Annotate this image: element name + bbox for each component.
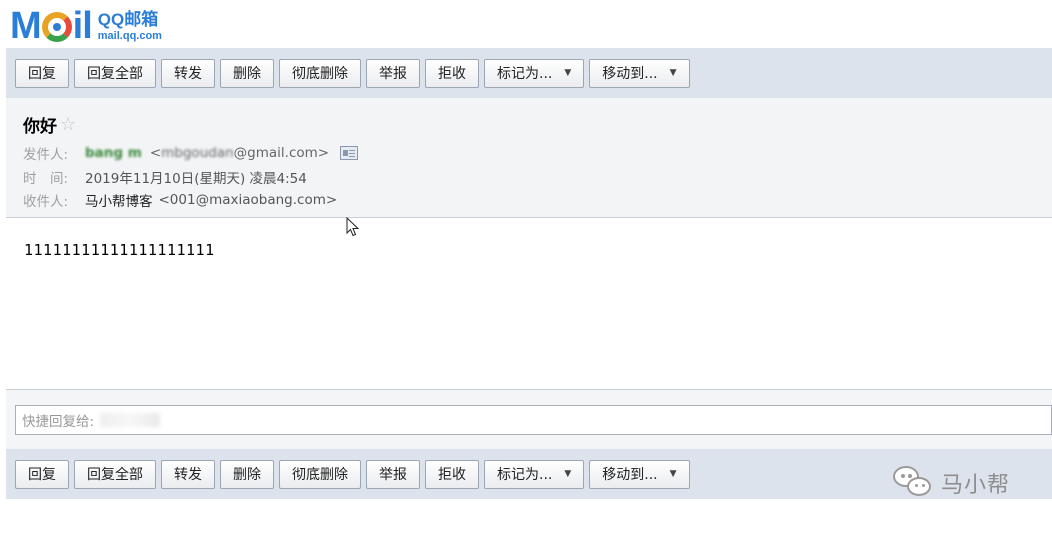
move-to-label: 移动到...: [602, 467, 658, 483]
top-toolbar: 回复 回复全部 转发 删除 彻底删除 举报 拒收 标记为... ▼ 移动到... ▼: [6, 48, 1052, 98]
wechat-watermark: 马小帮: [893, 466, 1010, 500]
contact-card-icon[interactable]: [340, 146, 359, 160]
reject-button[interactable]: 拒收: [425, 58, 479, 88]
move-to-label: 移动到...: [602, 66, 658, 82]
move-to-dropdown[interactable]: 移动到... ▼: [589, 459, 690, 489]
reply-button[interactable]: 回复: [15, 459, 69, 489]
caret-down-icon: ▼: [564, 469, 572, 479]
logo-product-name: QQ邮箱: [97, 9, 159, 29]
quick-reply-input[interactable]: 快捷回复给:: [15, 405, 1052, 435]
from-label: 发件人:: [23, 147, 69, 163]
sender-row: 发件人: bang m <mbgoudan@gmail.com>: [23, 143, 359, 163]
quick-reply-label: 快捷回复给:: [22, 414, 95, 430]
time-label: 时 间:: [23, 171, 69, 187]
sender-address-obscured: mbgoudan: [161, 145, 234, 161]
recipient-row: 收件人: 马小帮博客 <001@maxiaobang.com>: [23, 190, 337, 210]
reply-all-button[interactable]: 回复全部: [74, 58, 156, 88]
forward-button[interactable]: 转发: [161, 459, 215, 489]
delete-permanently-button[interactable]: 彻底删除: [279, 58, 361, 88]
delete-permanently-button[interactable]: 彻底删除: [279, 459, 361, 489]
reply-all-button[interactable]: 回复全部: [74, 459, 156, 489]
report-button[interactable]: 举报: [366, 58, 420, 88]
sender-name[interactable]: bang m: [85, 145, 142, 161]
to-label: 收件人:: [23, 194, 69, 210]
reject-button[interactable]: 拒收: [425, 459, 479, 489]
report-button[interactable]: 举报: [366, 459, 420, 489]
mark-as-label: 标记为...: [497, 467, 553, 483]
forward-button[interactable]: 转发: [161, 58, 215, 88]
caret-down-icon: ▼: [669, 469, 677, 479]
logo-domain: mail.qq.com: [97, 29, 162, 42]
time-row: 时 间: 2019年11月10日(星期天) 凌晨4:54: [23, 167, 307, 187]
watermark-text: 马小帮: [941, 473, 1011, 498]
mark-as-dropdown[interactable]: 标记为... ▼: [484, 58, 585, 88]
mail-logo-icon: Mil: [10, 5, 93, 47]
message-body: 11111111111111111111: [24, 241, 215, 259]
message-header: 你好 ☆ 发件人: bang m <mbgoudan@gmail.com> 时 …: [6, 98, 1052, 218]
delete-button[interactable]: 删除: [220, 58, 274, 88]
mouse-cursor-icon: [346, 217, 360, 237]
sender-address-prefix: <: [149, 145, 162, 161]
wechat-icon: [893, 466, 933, 500]
recipient-name[interactable]: 马小帮博客: [85, 190, 153, 210]
delete-button[interactable]: 删除: [220, 459, 274, 489]
caret-down-icon: ▼: [564, 68, 572, 78]
subject-text: 你好: [23, 117, 57, 137]
qq-mail-logo[interactable]: Mil QQ邮箱 mail.qq.com: [10, 6, 162, 46]
mark-as-label: 标记为...: [497, 66, 553, 82]
reply-button[interactable]: 回复: [15, 58, 69, 88]
mark-as-dropdown[interactable]: 标记为... ▼: [484, 459, 585, 489]
star-icon[interactable]: ☆: [60, 114, 76, 135]
sender-address: <mbgoudan@gmail.com>: [150, 145, 329, 161]
move-to-dropdown[interactable]: 移动到... ▼: [589, 58, 690, 88]
message-subject: 你好 ☆: [23, 112, 76, 137]
redacted-recipient: [100, 413, 161, 427]
time-value: 2019年11月10日(星期天) 凌晨4:54: [85, 171, 307, 187]
recipient-address: <001@maxiaobang.com>: [158, 192, 338, 208]
caret-down-icon: ▼: [669, 68, 677, 78]
quick-reply-area: 快捷回复给:: [6, 390, 1052, 449]
sender-address-suffix: @gmail.com>: [233, 145, 330, 161]
